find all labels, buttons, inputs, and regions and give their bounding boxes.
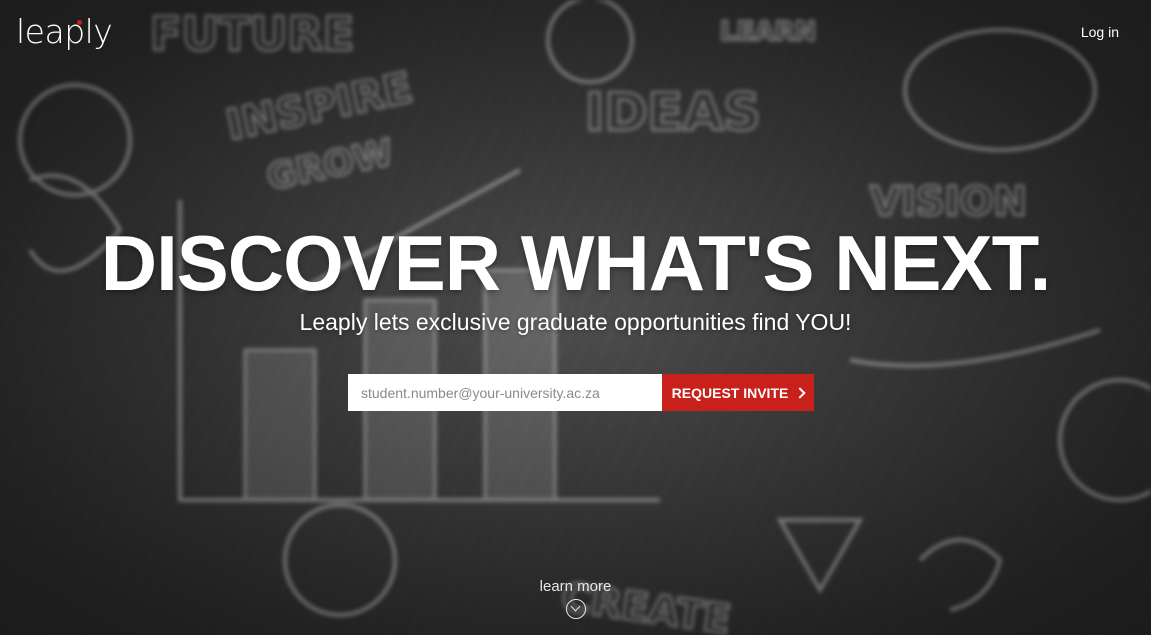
email-input[interactable] [348, 374, 662, 411]
leaply-logo[interactable]: leaply [16, 12, 113, 51]
request-invite-label: REQUEST INVITE [671, 384, 789, 401]
logo-text: leaply [16, 12, 113, 51]
hero-headline: DISCOVER WHAT'S NEXT. [100, 219, 1052, 307]
invite-form: REQUEST INVITE [348, 374, 814, 411]
chevron-right-icon [794, 387, 807, 399]
circle-chevron-down-icon[interactable] [565, 599, 586, 619]
learn-more-link[interactable]: learn more [0, 578, 1151, 619]
request-invite-button[interactable]: REQUEST INVITE [662, 374, 814, 411]
hero-section: FUTURE INSPIRE GROW IDEAS VISION LEARN C… [0, 0, 1151, 635]
logo-accent-dot [77, 20, 82, 25]
login-link[interactable]: Log in [1081, 24, 1119, 40]
hero-subheadline: Leaply lets exclusive graduate opportuni… [299, 309, 852, 335]
learn-more-label: learn more [539, 578, 612, 595]
